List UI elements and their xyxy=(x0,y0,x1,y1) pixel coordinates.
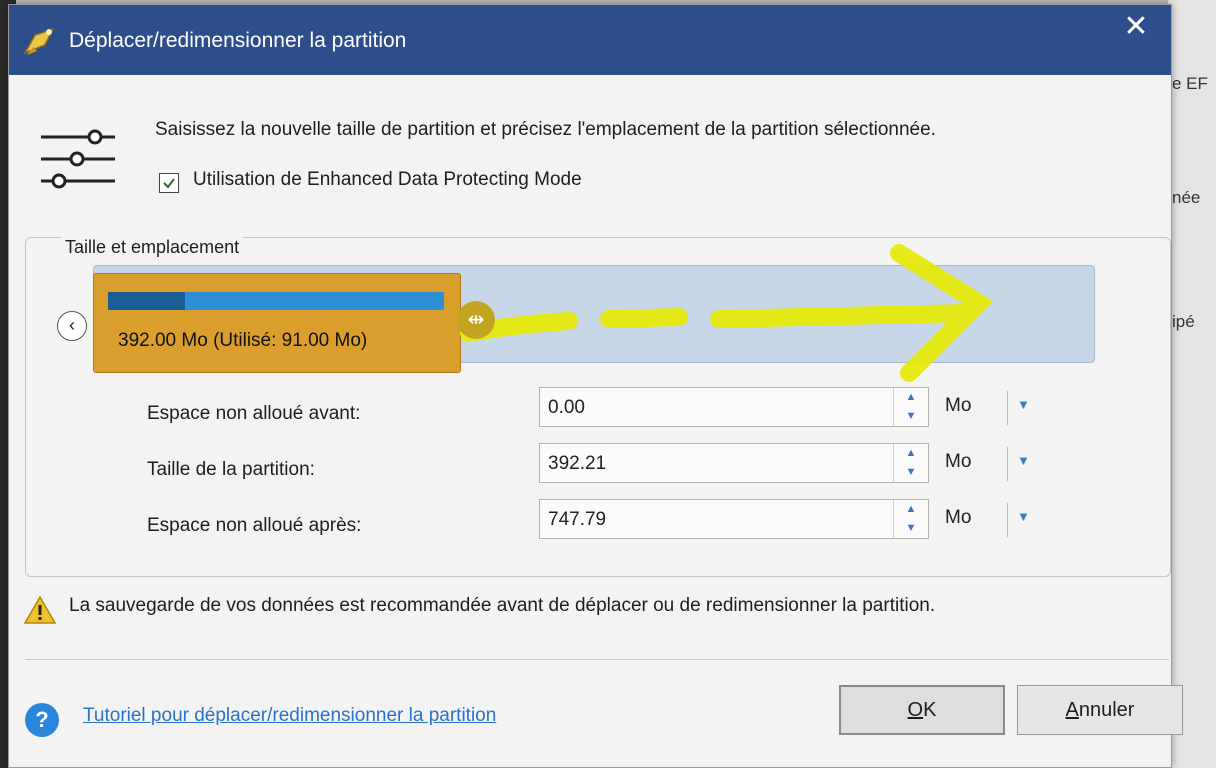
usage-used-fill xyxy=(108,292,186,310)
backup-warning: La sauvegarde de vos données est recomma… xyxy=(69,595,936,616)
unallocated-after-field[interactable]: ▲ ▼ xyxy=(539,499,929,540)
unallocated-before-unit[interactable]: Mo xyxy=(945,395,971,417)
spin-up-icon[interactable]: ▲ xyxy=(894,500,928,519)
enhanced-mode-label: Utilisation de Enhanced Data Protecting … xyxy=(193,169,582,190)
partition-size-spinner[interactable]: ▲ ▼ xyxy=(893,444,928,482)
sliders-icon xyxy=(41,129,115,189)
partition-block[interactable]: 392.00 Mo (Utilisé: 91.00 Mo) xyxy=(93,273,461,373)
partition-size-label: 392.00 Mo (Utilisé: 91.00 Mo) xyxy=(118,330,368,351)
unallocated-after-label: Espace non alloué après: xyxy=(147,515,362,536)
close-button[interactable]: ✕ xyxy=(1113,7,1159,47)
scroll-left-button[interactable]: ‹ xyxy=(57,311,87,341)
unallocated-before-input[interactable] xyxy=(546,388,880,428)
unallocated-before-field[interactable]: ▲ ▼ xyxy=(539,387,929,428)
ok-mnemonic: O xyxy=(907,699,924,721)
spin-down-icon[interactable]: ▼ xyxy=(894,407,928,426)
unallocated-before-spinner[interactable]: ▲ ▼ xyxy=(893,388,928,426)
partition-size-unit[interactable]: Mo xyxy=(945,451,971,473)
background-text: e EF xyxy=(1172,74,1208,93)
spin-up-icon[interactable]: ▲ xyxy=(894,388,928,407)
usage-bar xyxy=(108,292,444,310)
cancel-mnemonic: A xyxy=(1065,699,1079,721)
chevron-down-icon[interactable]: ▼ xyxy=(1017,397,1030,412)
unit-divider xyxy=(1007,447,1008,481)
help-icon[interactable]: ? xyxy=(25,703,59,737)
partition-size-field[interactable]: ▲ ▼ xyxy=(539,443,929,484)
unallocated-after-spinner[interactable]: ▲ ▼ xyxy=(893,500,928,538)
unit-divider xyxy=(1007,503,1008,537)
tutorial-link[interactable]: Tutoriel pour déplacer/redimensionner la… xyxy=(83,705,496,727)
resize-cursor-icon: ⇹ xyxy=(467,309,485,331)
unallocated-after-input[interactable] xyxy=(546,500,880,540)
background-app xyxy=(1168,0,1216,768)
resize-handle[interactable]: ⇹ xyxy=(457,301,495,339)
partition-size-field-label: Taille de la partition: xyxy=(147,459,315,480)
checkmark-icon xyxy=(163,178,175,189)
title-bar[interactable]: Déplacer/redimensionner la partition ✕ xyxy=(9,5,1171,75)
cancel-label-rest: nnuler xyxy=(1078,699,1135,721)
unit-divider xyxy=(1007,391,1008,425)
background-text: née xyxy=(1172,188,1201,207)
ok-button[interactable]: OK xyxy=(839,685,1005,735)
move-resize-dialog: Déplacer/redimensionner la partition ✕ S… xyxy=(8,4,1183,768)
enhanced-mode-checkbox[interactable] xyxy=(159,173,179,193)
spin-down-icon[interactable]: ▼ xyxy=(894,463,928,482)
instruction-text: Saisissez la nouvelle taille de partitio… xyxy=(155,119,936,140)
dialog-title: Déplacer/redimensionner la partition xyxy=(69,29,407,52)
chevron-left-icon: ‹ xyxy=(69,315,75,335)
background-text: ipé xyxy=(1172,312,1195,331)
partition-size-input[interactable] xyxy=(546,444,880,484)
close-icon: ✕ xyxy=(1123,10,1149,43)
chevron-down-icon[interactable]: ▼ xyxy=(1017,509,1030,524)
warning-icon xyxy=(23,595,57,624)
spin-down-icon[interactable]: ▼ xyxy=(894,519,928,538)
annotation-arrow xyxy=(460,244,994,382)
chevron-down-icon[interactable]: ▼ xyxy=(1017,453,1030,468)
divider xyxy=(25,659,1169,660)
app-icon xyxy=(23,27,55,55)
ok-label-rest: K xyxy=(923,699,937,721)
cancel-button[interactable]: Annuler xyxy=(1017,685,1183,735)
spin-up-icon[interactable]: ▲ xyxy=(894,444,928,463)
unallocated-after-unit[interactable]: Mo xyxy=(945,507,971,529)
group-title: Taille et emplacement xyxy=(61,237,244,258)
unallocated-before-label: Espace non alloué avant: xyxy=(147,403,361,424)
